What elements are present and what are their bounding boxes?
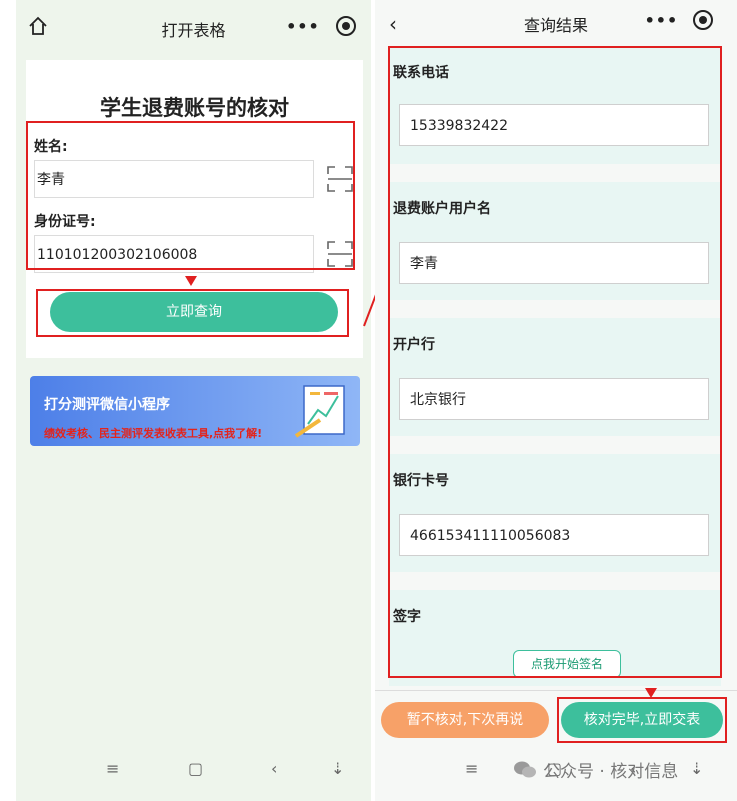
highlight-box-submit xyxy=(557,697,727,743)
more-icon[interactable]: ••• xyxy=(645,11,679,30)
arrow-down-icon xyxy=(185,276,197,286)
form-title: 学生退费账号的核对 xyxy=(100,96,289,120)
highlight-box-results xyxy=(388,46,722,678)
top-bar: ‹ 查询结果 ••• xyxy=(375,0,737,40)
close-target-icon[interactable] xyxy=(693,10,714,30)
miniprogram-capsule: ••• xyxy=(637,4,721,36)
form-screen: 打开表格 ••• 学生退费账号的核对 姓名: 李青 身份证号: 11010120… xyxy=(16,0,371,801)
result-screen: ‹ 查询结果 ••• 联系电话 15339832422 退费账户用户名 李青 开… xyxy=(375,0,737,801)
menu-icon[interactable]: ≡ xyxy=(465,759,478,778)
wechat-icon xyxy=(514,761,536,777)
more-icon[interactable]: ••• xyxy=(286,17,320,36)
menu-icon[interactable]: ≡ xyxy=(106,759,119,778)
banner-subtitle: 绩效考核、民主测评发表收表工具,点我了解! xyxy=(44,427,263,440)
down-nav-icon[interactable]: ⇣ xyxy=(331,759,344,778)
home-nav-icon[interactable]: ▢ xyxy=(188,759,203,778)
highlight-box-query xyxy=(36,289,349,337)
watermark-text: 公众号 · 核对信息 xyxy=(543,762,679,782)
close-target-icon[interactable] xyxy=(335,16,356,36)
down-nav-icon[interactable]: ⇣ xyxy=(690,759,703,778)
banner-title: 打分测评微信小程序 xyxy=(44,397,170,413)
divider xyxy=(375,690,737,691)
highlight-box-inputs xyxy=(26,121,355,270)
later-button[interactable]: 暂不核对,下次再说 xyxy=(381,702,549,738)
watermark: 公众号 · 核对信息 xyxy=(513,757,678,782)
chart-illustration-icon xyxy=(294,385,345,438)
system-nav-bar: ≡ ▢ ‹ ⇣ xyxy=(16,747,371,791)
back-nav-icon[interactable]: ‹ xyxy=(271,759,277,778)
top-bar: 打开表格 ••• xyxy=(16,0,371,52)
miniprogram-capsule: ••• xyxy=(278,10,364,42)
ad-banner[interactable]: 打分测评微信小程序 绩效考核、民主测评发表收表工具,点我了解! xyxy=(30,376,360,446)
